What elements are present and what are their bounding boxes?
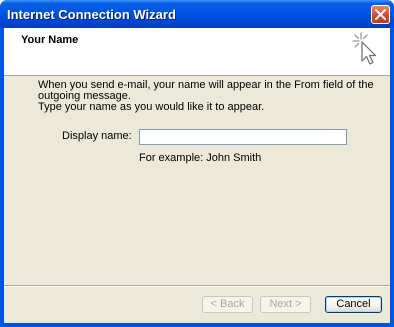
back-button[interactable]: < Back — [202, 296, 253, 313]
close-button[interactable] — [371, 5, 390, 24]
wizard-window: Internet Connection Wizard Your Name Whe… — [0, 0, 394, 327]
window-title: Internet Connection Wizard — [7, 7, 176, 22]
wizard-body: Your Name When you send e-mail, your nam… — [4, 28, 390, 323]
page-title: Your Name — [21, 34, 79, 46]
wizard-header: Your Name — [4, 28, 390, 76]
instructions-text: When you send e-mail, your name will app… — [38, 79, 374, 113]
close-icon — [375, 9, 386, 20]
example-hint: For example: John Smith — [139, 152, 262, 164]
wizard-cursor-icon — [352, 32, 377, 65]
display-name-label: Display name: — [62, 130, 132, 142]
next-button[interactable]: Next > — [260, 296, 311, 313]
button-separator — [4, 285, 390, 287]
title-bar[interactable]: Internet Connection Wizard — [0, 0, 394, 28]
display-name-input[interactable] — [139, 129, 347, 145]
cancel-button[interactable]: Cancel — [325, 296, 382, 313]
